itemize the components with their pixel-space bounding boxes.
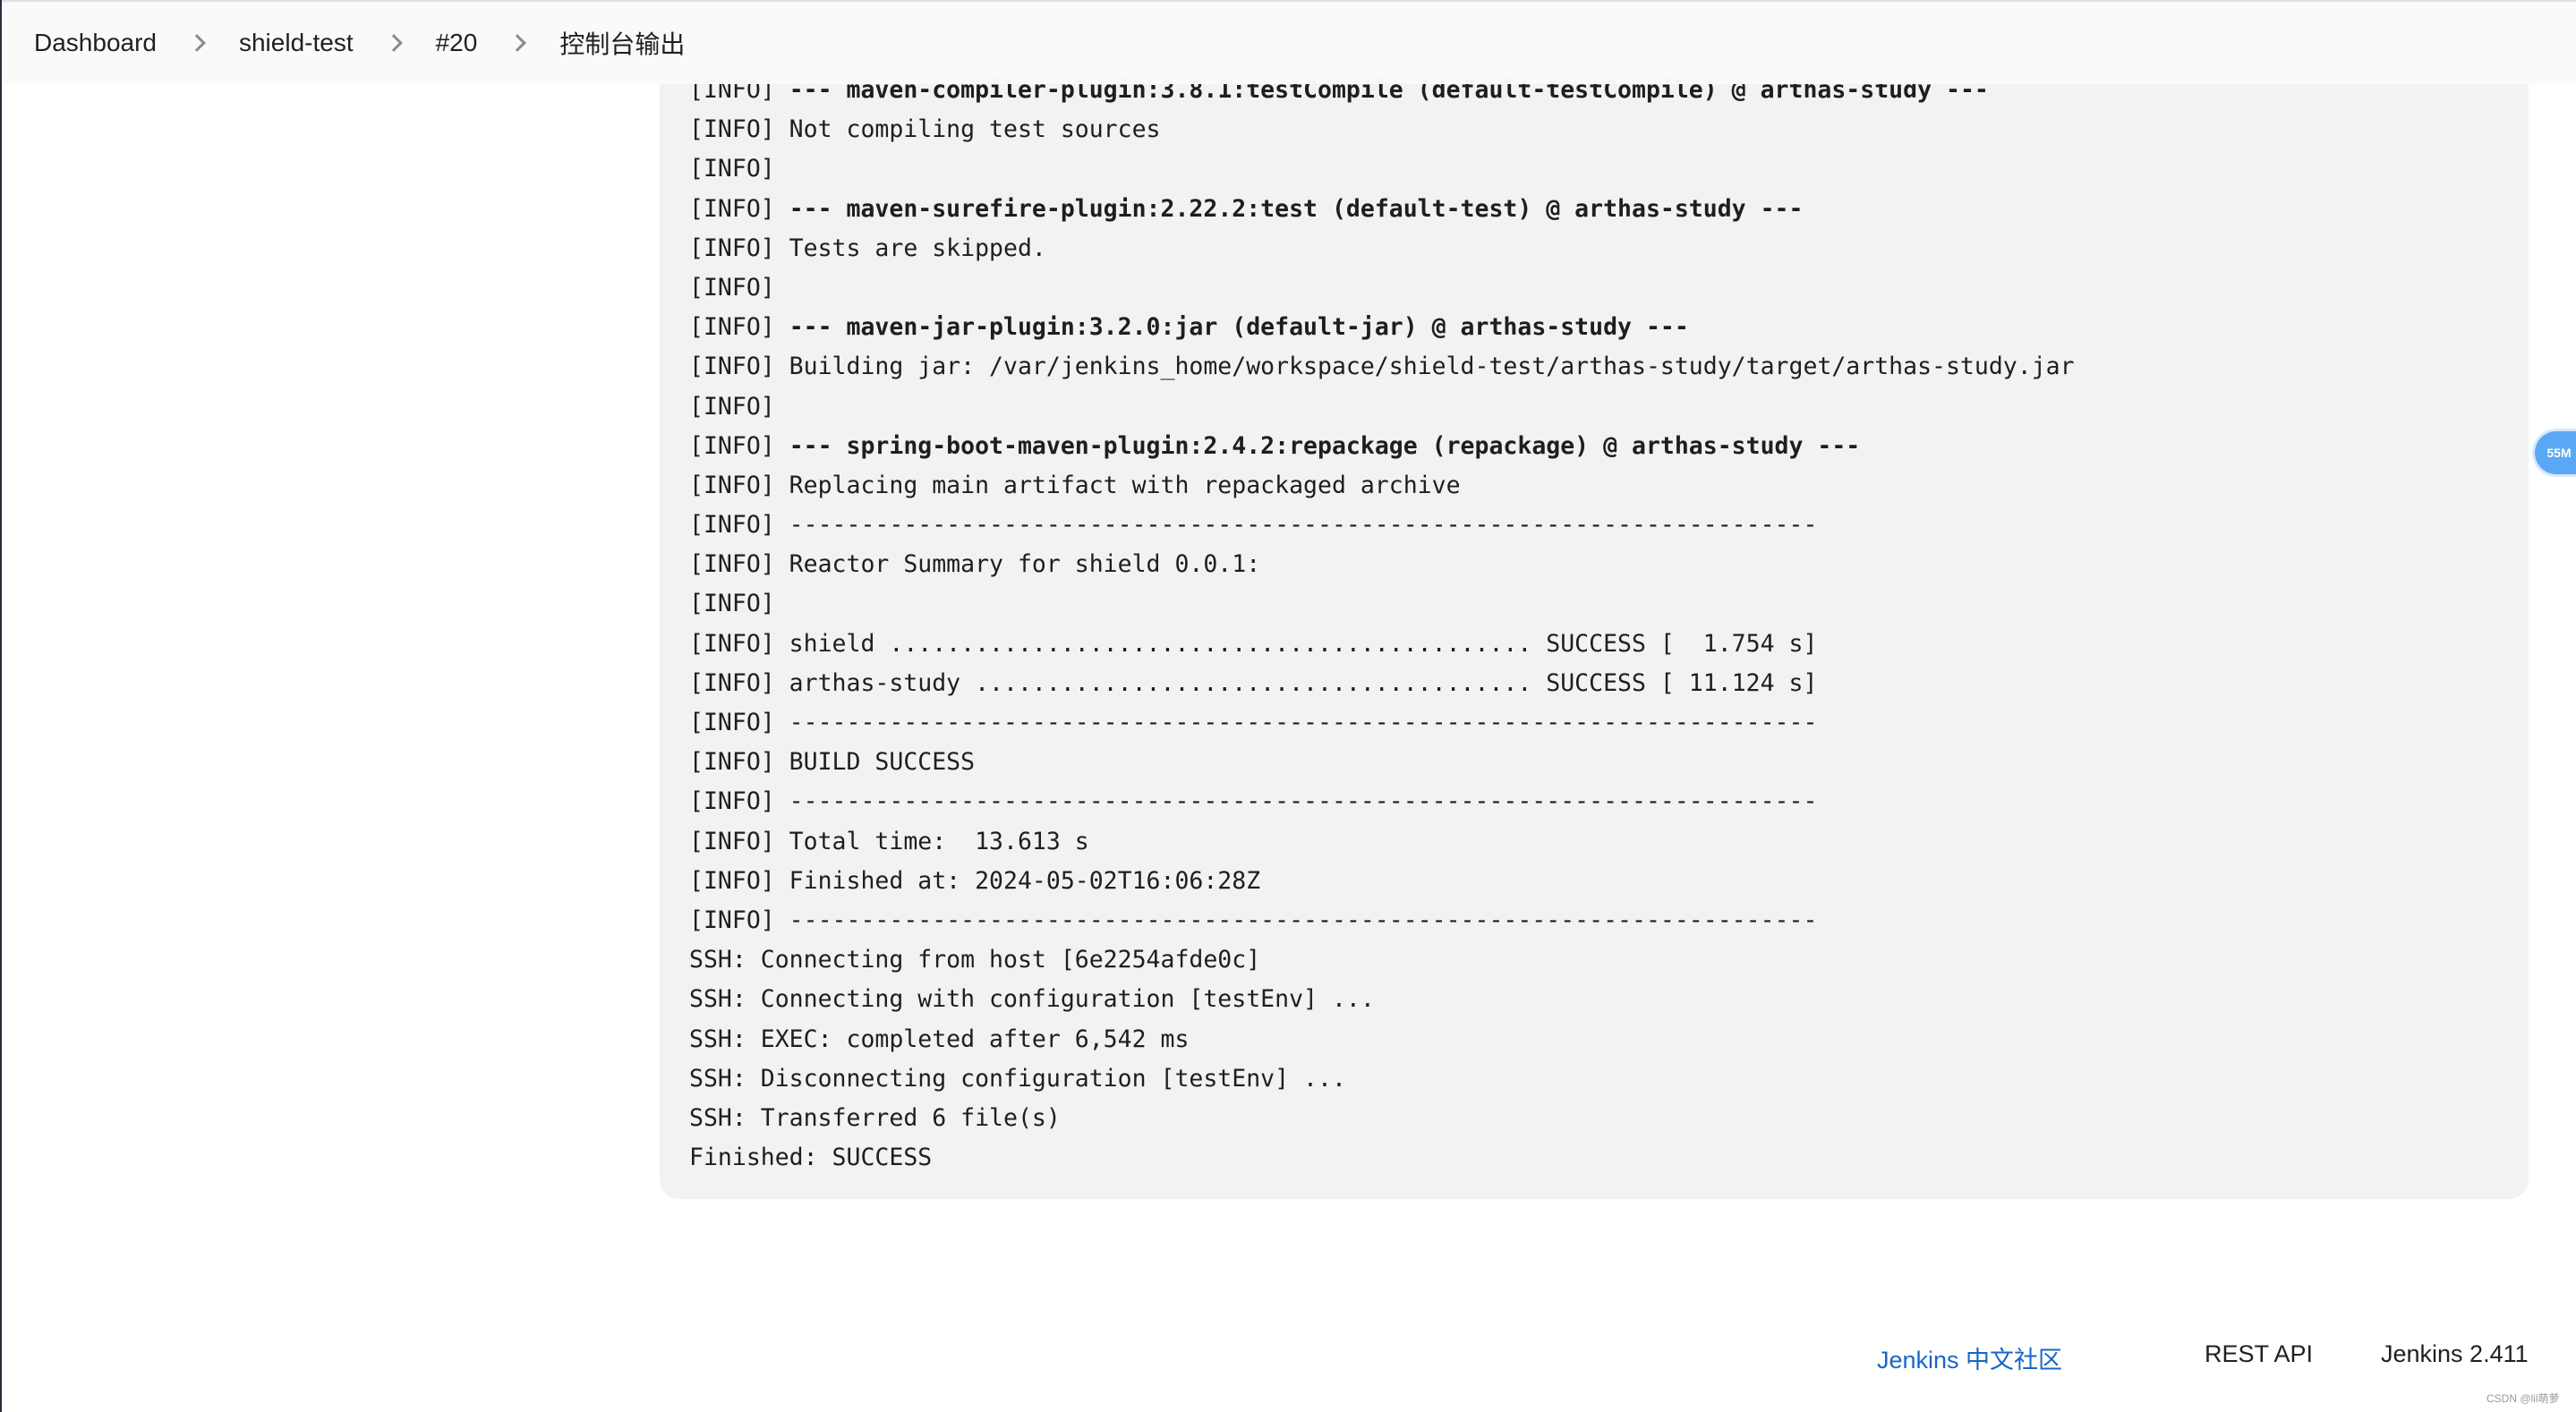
console-line-text: [INFO] Tests are skipped. [689, 234, 1046, 262]
console-line-text: [INFO] arthas-study ....................… [689, 668, 1818, 697]
console-line: [INFO] --- spring-boot-maven-plugin:2.4.… [689, 427, 2075, 466]
console-line: SSH: Connecting from host [6e2254afde0c] [689, 940, 2075, 980]
console-line: [INFO] BUILD SUCCESS [689, 743, 2075, 782]
console-line: [INFO] ---------------------------------… [689, 703, 2075, 743]
console-line-text: [INFO] [689, 155, 775, 183]
console-line-text: [INFO] [689, 313, 789, 342]
console-line-text: [INFO] ---------------------------------… [689, 787, 1818, 816]
console-line: [INFO] Finished at: 2024-05-02T16:06:28Z [689, 862, 2075, 901]
watermark: CSDN @lil萌萝 [2486, 1392, 2560, 1405]
console-line: [INFO] Replacing main artifact with repa… [689, 466, 2075, 506]
chevron-right-icon [178, 30, 218, 56]
console-output-panel: [INFO] --- maven-compiler-plugin:3.8.1:t… [660, 0, 2529, 1199]
console-line-text: SSH: Transferred 6 file(s) [689, 1103, 1061, 1132]
console-line: [INFO] Building jar: /var/jenkins_home/w… [689, 347, 2075, 387]
console-line: [INFO] [689, 387, 2075, 427]
console-line: [INFO] Tests are skipped. [689, 229, 2075, 268]
console-line: [INFO] Total time: 13.613 s [689, 822, 2075, 862]
console-line: SSH: Connecting with configuration [test… [689, 980, 2075, 1019]
console-line: SSH: Disconnecting configuration [testEn… [689, 1059, 2075, 1099]
console-line: [INFO] Not compiling test sources [689, 110, 2075, 149]
console-line: SSH: EXEC: completed after 6,542 ms [689, 1020, 2075, 1059]
footer-community-link[interactable]: Jenkins 中文社区 [1877, 1340, 2062, 1376]
console-line-text: [INFO] [689, 431, 789, 460]
console-line: [INFO] Reactor Summary for shield 0.0.1: [689, 545, 2075, 584]
jenkins-console-page: [INFO] --- maven-compiler-plugin:3.8.1:t… [0, 0, 2576, 1412]
console-line-text: [INFO] [689, 273, 775, 302]
console-line-text: [INFO] ---------------------------------… [689, 906, 1818, 934]
console-line-text: SSH: EXEC: completed after 6,542 ms [689, 1025, 1190, 1053]
console-line-text: [INFO] [689, 392, 775, 421]
footer-version-link[interactable]: Jenkins 2.411 [2381, 1340, 2529, 1376]
console-line-text: SSH: Disconnecting configuration [testEn… [689, 1064, 1346, 1093]
memory-badge[interactable]: 55M [2535, 431, 2576, 474]
console-line: [INFO] --- maven-surefire-plugin:2.22.2:… [689, 190, 2075, 229]
console-line-text: [INFO] Not compiling test sources [689, 115, 1161, 144]
console-line: [INFO] --- maven-jar-plugin:3.2.0:jar (d… [689, 308, 2075, 347]
console-line: [INFO] shield ..........................… [689, 625, 2075, 664]
console-line-text: Finished: SUCCESS [689, 1144, 933, 1172]
console-line: [INFO] arthas-study ....................… [689, 664, 2075, 703]
console-line-bold-text: --- maven-jar-plugin:3.2.0:jar (default-… [789, 313, 1689, 342]
chevron-right-icon [499, 30, 538, 56]
console-line-text: [INFO] ---------------------------------… [689, 511, 1818, 540]
breadcrumb-build[interactable]: #20 [436, 21, 478, 64]
breadcrumb-dashboard[interactable]: Dashboard [34, 21, 157, 64]
console-line-text: [INFO] Replacing main artifact with repa… [689, 471, 1461, 499]
console-line-text: SSH: Connecting from host [6e2254afde0c] [689, 946, 1261, 974]
chevron-right-icon [375, 30, 414, 56]
console-line-text: [INFO] Reactor Summary for shield 0.0.1: [689, 550, 1261, 579]
console-line-bold-text: --- spring-boot-maven-plugin:2.4.2:repac… [789, 431, 1861, 460]
console-line: [INFO] ---------------------------------… [689, 506, 2075, 545]
console-line-text: SSH: Connecting with configuration [test… [689, 985, 1375, 1014]
console-line-text: [INFO] Total time: 13.613 s [689, 827, 1089, 855]
console-line: [INFO] ---------------------------------… [689, 782, 2075, 821]
console-output-lines: [INFO] --- maven-compiler-plugin:3.8.1:t… [689, 71, 2075, 1178]
console-line-text: [INFO] Building jar: /var/jenkins_home/w… [689, 353, 2075, 381]
breadcrumb-bar: Dashboard shield-test #20 控制台输出 [2, 0, 2576, 84]
console-line-text: [INFO] shield ..........................… [689, 629, 1818, 658]
console-line-text: [INFO] [689, 194, 789, 223]
console-line: [INFO] [689, 149, 2075, 189]
console-line-text: [INFO] BUILD SUCCESS [689, 748, 976, 777]
console-line-text: [INFO] Finished at: 2024-05-02T16:06:28Z [689, 866, 1261, 895]
console-line: [INFO] [689, 268, 2075, 308]
console-line: SSH: Transferred 6 file(s) [689, 1099, 2075, 1138]
console-line: Finished: SUCCESS [689, 1138, 2075, 1178]
console-line: [INFO] [689, 584, 2075, 624]
console-line-bold-text: --- maven-surefire-plugin:2.22.2:test (d… [789, 194, 1804, 223]
console-line: [INFO] ---------------------------------… [689, 901, 2075, 940]
footer-rest-api-link[interactable]: REST API [2205, 1340, 2313, 1376]
breadcrumb-console-output[interactable]: 控制台输出 [559, 18, 685, 68]
console-line-text: [INFO] [689, 590, 775, 618]
breadcrumb-job[interactable]: shield-test [239, 21, 354, 64]
console-line-text: [INFO] ---------------------------------… [689, 709, 1818, 736]
